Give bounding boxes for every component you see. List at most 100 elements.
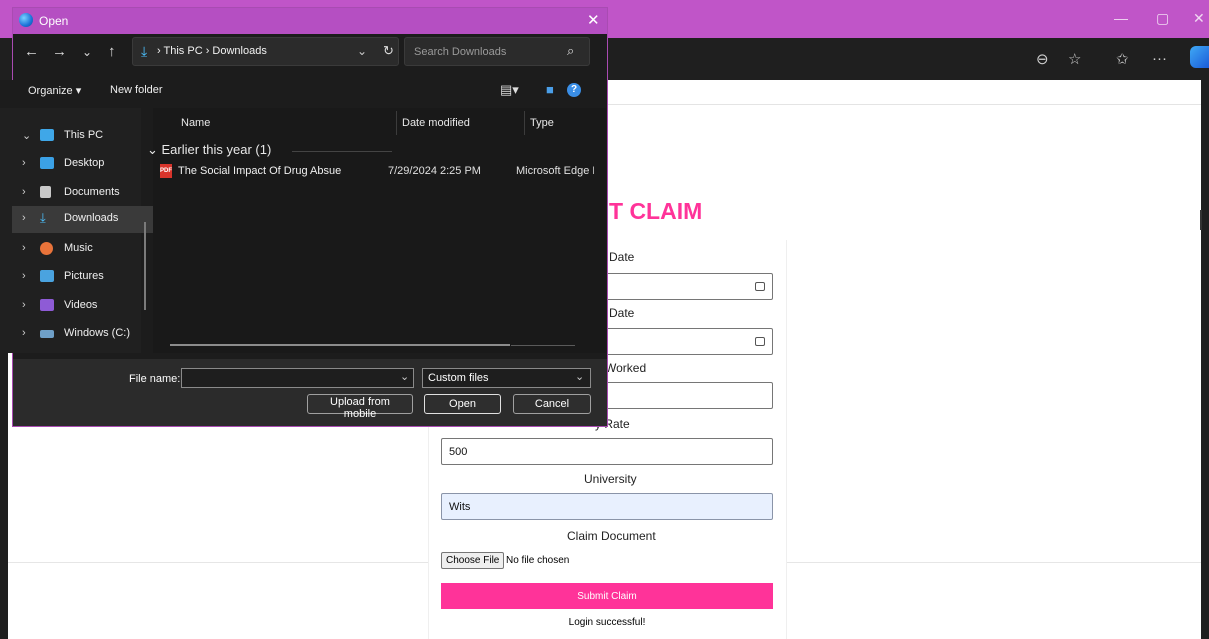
chevron-right-icon[interactable]: ›: [22, 242, 26, 254]
file-name: The Social Impact Of Drug Absue: [178, 165, 342, 177]
back-icon[interactable]: ←: [24, 43, 39, 60]
address-bar[interactable]: ⤓ › This PC › Downloads ⌄ ↻: [132, 37, 399, 66]
recent-dropdown-icon[interactable]: ⌄: [82, 45, 92, 59]
cancel-button[interactable]: Cancel: [513, 394, 591, 414]
hours-worked-label: Worked: [605, 361, 647, 375]
nav-label: Documents: [64, 186, 120, 198]
nav-item-windows-c[interactable]: › Windows (C:): [12, 321, 153, 348]
open-button[interactable]: Open: [424, 394, 501, 414]
university-label: University: [584, 472, 637, 486]
forward-icon[interactable]: →: [52, 43, 67, 60]
music-icon: [40, 242, 53, 255]
nav-item-videos[interactable]: › Videos: [12, 293, 153, 320]
chevron-right-icon[interactable]: ›: [22, 299, 26, 311]
column-separator[interactable]: [396, 111, 397, 135]
calendar-icon[interactable]: [755, 337, 765, 346]
upload-from-mobile-button[interactable]: Upload from mobile: [307, 394, 413, 420]
column-header-name[interactable]: Name: [181, 117, 210, 129]
chevron-down-icon[interactable]: ⌄: [357, 44, 367, 58]
hourly-rate-input[interactable]: [441, 438, 773, 465]
nav-label: Desktop: [64, 157, 105, 169]
scrollbar-mark: [1200, 210, 1202, 230]
file-type: Microsoft Edge PDF Document: [516, 165, 594, 177]
file-type-select[interactable]: Custom files ⌄: [422, 368, 591, 388]
column-separator[interactable]: [524, 111, 525, 135]
file-type-label: Custom files: [428, 372, 489, 384]
calendar-icon[interactable]: [755, 282, 765, 291]
edge-icon: [19, 13, 33, 27]
nav-item-music[interactable]: › Music: [12, 236, 153, 263]
end-date-label: Date: [609, 306, 635, 320]
file-date: 7/29/2024 2:25 PM: [388, 165, 481, 177]
chevron-right-icon[interactable]: ›: [22, 327, 26, 339]
column-header-type[interactable]: Type: [530, 117, 554, 129]
dialog-title: Open: [39, 14, 69, 28]
file-status-text: No file chosen: [506, 555, 570, 566]
copilot-icon[interactable]: [1190, 46, 1209, 68]
search-icon[interactable]: ⌕: [567, 43, 574, 59]
chevron-right-icon[interactable]: ›: [22, 157, 26, 169]
nav-label: Music: [64, 242, 93, 254]
minimize-icon[interactable]: —: [1114, 10, 1128, 26]
claim-document-label: Claim Document: [567, 529, 656, 543]
status-message: Login successful!: [568, 617, 646, 628]
group-label: Earlier this year (1): [161, 142, 272, 157]
nav-label: Pictures: [64, 270, 104, 282]
more-menu-icon[interactable]: ···: [1152, 50, 1167, 67]
close-icon[interactable]: ✕: [587, 11, 600, 29]
download-icon: ⤓: [40, 210, 46, 225]
chevron-down-icon[interactable]: ⌄: [400, 370, 409, 383]
nav-item-desktop[interactable]: › Desktop: [12, 151, 153, 178]
column-header-date[interactable]: Date modified: [402, 117, 470, 129]
chevron-right-icon[interactable]: ›: [22, 186, 26, 198]
nav-label: Windows (C:): [64, 327, 131, 339]
page-title: T CLAIM: [609, 198, 703, 224]
university-input[interactable]: [441, 493, 773, 520]
organize-menu[interactable]: Organize ▾: [28, 84, 81, 97]
nav-label: This PC: [64, 129, 104, 141]
help-icon[interactable]: ?: [567, 83, 581, 97]
nav-item-downloads[interactable]: › ⤓ Downloads: [12, 206, 153, 233]
computer-icon: [40, 129, 54, 141]
document-icon: [40, 186, 51, 198]
nav-item-pictures[interactable]: › Pictures: [12, 264, 153, 291]
nav-label: Downloads: [64, 212, 119, 224]
favorite-star-icon[interactable]: ☆: [1068, 50, 1081, 68]
drive-icon: [40, 330, 54, 338]
dialog-title-bar: Open ✕: [13, 8, 607, 34]
address-path[interactable]: › This PC › Downloads: [157, 45, 267, 57]
nav-scrollbar[interactable]: [144, 222, 146, 310]
group-divider: [292, 151, 392, 152]
nav-item-documents[interactable]: › Documents: [12, 180, 153, 207]
horizontal-scrollbar[interactable]: [170, 344, 510, 346]
file-row[interactable]: PDF The Social Impact Of Drug Absue 7/29…: [155, 162, 594, 182]
search-input[interactable]: Search Downloads ⌕: [404, 37, 590, 66]
file-name-label: File name:: [129, 373, 181, 385]
start-date-label: Date: [609, 250, 635, 264]
submit-claim-button[interactable]: Submit Claim: [441, 583, 773, 609]
choose-file-button[interactable]: Choose File: [441, 552, 505, 569]
zoom-icon[interactable]: ⊖: [1036, 50, 1049, 68]
refresh-icon[interactable]: ↻: [383, 43, 394, 59]
preview-pane-icon[interactable]: ■: [546, 82, 554, 97]
chevron-right-icon[interactable]: ›: [22, 270, 26, 282]
videos-icon: [40, 299, 54, 311]
group-header[interactable]: ⌄ Earlier this year (1): [147, 142, 271, 158]
new-folder-button[interactable]: New folder: [110, 84, 163, 96]
up-icon[interactable]: ↑: [108, 43, 116, 60]
chevron-right-icon[interactable]: ›: [22, 212, 26, 224]
desktop-icon: [40, 157, 54, 169]
view-options-icon[interactable]: ▤▾: [500, 82, 519, 98]
scrollbar-track: [511, 345, 575, 346]
chevron-down-icon[interactable]: ⌄: [22, 129, 31, 142]
restore-icon[interactable]: ▢: [1156, 10, 1169, 27]
close-window-icon[interactable]: ✕: [1193, 10, 1205, 27]
favorites-icon[interactable]: ✩: [1116, 50, 1129, 68]
nav-item-this-pc[interactable]: ⌄ This PC: [12, 123, 153, 150]
window-right-edge: [1201, 80, 1209, 639]
download-icon: ⤓: [141, 43, 148, 59]
chevron-down-icon[interactable]: ⌄: [575, 370, 584, 383]
pdf-icon: PDF: [160, 164, 172, 178]
pictures-icon: [40, 270, 54, 282]
file-name-input[interactable]: [181, 368, 414, 388]
